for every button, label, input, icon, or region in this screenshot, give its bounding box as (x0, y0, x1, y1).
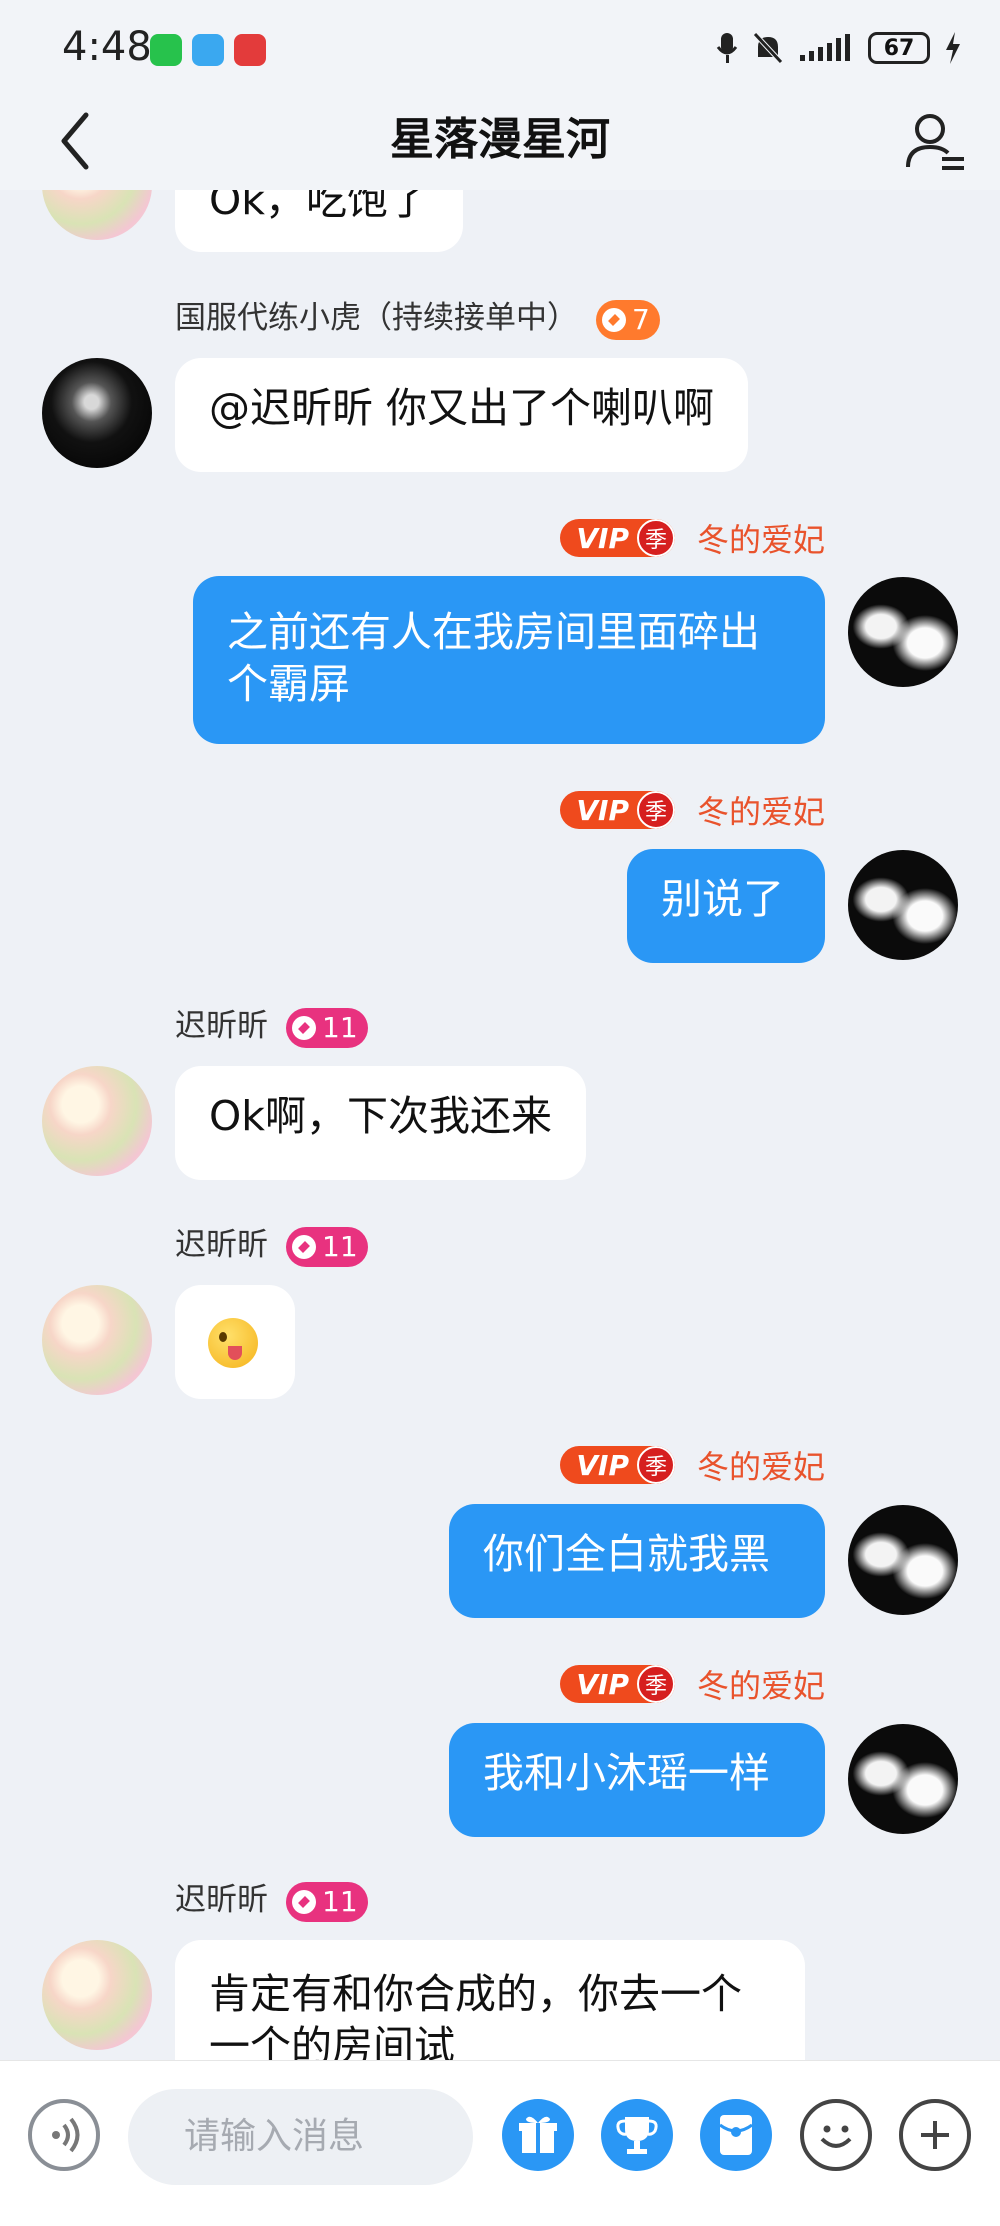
chat-title: 星落漫星河 (390, 114, 610, 165)
message-bubble[interactable]: 我和小沐瑶一样 (449, 1723, 825, 1837)
sender-name-row: 迟昕昕 11 (175, 1878, 368, 1922)
sender-name-row: VIP 季 冬的爱妃 (560, 1443, 825, 1487)
vip-badge: VIP 季 (560, 791, 675, 829)
app-notification-icon (192, 34, 224, 66)
winking-tongue-emoji-icon (208, 1318, 258, 1368)
gift-button[interactable] (502, 2099, 574, 2171)
sender-name: 冬的爱妃 (696, 1448, 825, 1486)
sender-name-row: VIP 季 冬的爱妃 (560, 788, 825, 832)
avatar[interactable] (42, 190, 152, 240)
sender-name-row: 迟昕昕 11 (175, 1004, 368, 1048)
sender-name-row: VIP 季 冬的爱妃 (560, 1662, 825, 1706)
red-packet-button[interactable] (700, 2099, 772, 2171)
gift-icon (519, 2116, 557, 2153)
vip-badge: VIP 季 (560, 519, 675, 557)
sender-name-row: 迟昕昕 11 (175, 1223, 368, 1267)
group-profile-button[interactable] (900, 101, 970, 181)
message-input[interactable]: 请输入消息 (128, 2089, 473, 2185)
sender-name: 冬的爱妃 (696, 793, 825, 831)
avatar[interactable] (848, 577, 958, 687)
trophy-button[interactable] (601, 2099, 673, 2171)
sender-name: 迟昕昕 (175, 1882, 268, 1918)
trophy-icon (616, 2117, 658, 2154)
vip-badge: VIP 季 (560, 1446, 675, 1484)
user-settings-icon (906, 114, 964, 170)
emoji-message-bubble[interactable] (175, 1285, 295, 1399)
voice-icon (52, 2117, 80, 2153)
level-badge: 11 (286, 1007, 368, 1048)
status-right: 67 (716, 28, 962, 68)
chat-header: 星落漫星河 (0, 95, 1000, 190)
emoji-button[interactable] (800, 2099, 872, 2171)
gem-icon (292, 1889, 316, 1914)
red-packet-icon (719, 2115, 753, 2155)
avatar[interactable] (42, 1066, 152, 1176)
gem-icon (292, 1234, 316, 1259)
gem-icon (292, 1015, 316, 1040)
sender-name-row: VIP 季 冬的爱妃 (560, 516, 825, 560)
message-bubble[interactable]: 之前还有人在我房间里面碎出个霸屏 (193, 576, 825, 744)
message-bubble[interactable]: 别说了 (627, 849, 825, 963)
avatar[interactable] (848, 1724, 958, 1834)
microphone-icon (716, 33, 738, 63)
charging-icon (946, 32, 960, 64)
voice-button[interactable] (28, 2099, 100, 2171)
avatar[interactable] (42, 1940, 152, 2050)
message-bubble[interactable]: Ok啊，下次我还来 (175, 1066, 587, 1180)
level-badge: 11 (286, 1881, 368, 1922)
avatar[interactable] (42, 1285, 152, 1395)
input-bar: 请输入消息 (0, 2060, 1000, 2226)
level-badge: 7 (596, 299, 660, 340)
message-bubble[interactable]: @迟昕昕 你又出了个喇叭啊 (175, 358, 749, 472)
status-time: 4:48 (62, 24, 152, 70)
wechat-icon (150, 34, 182, 66)
emoji-icon (820, 2125, 852, 2148)
message-bubble[interactable]: Ok，吃饱了 (175, 190, 464, 252)
sender-name: 国服代练小虎（持续接单中） (175, 300, 578, 336)
vip-badge: VIP 季 (560, 1665, 675, 1703)
avatar[interactable] (42, 358, 152, 468)
status-bar: 4:48 67 (0, 0, 1000, 95)
sender-name-row: 国服代练小虎（持续接单中） 7 (175, 296, 660, 340)
sender-name: 迟昕昕 (175, 1227, 268, 1263)
news-app-icon (234, 34, 266, 66)
plus-button[interactable] (899, 2099, 971, 2171)
message-bubble[interactable]: 肯定有和你合成的，你去一个一个的房间试 (175, 1940, 805, 2060)
sender-name: 冬的爱妃 (696, 1667, 825, 1705)
level-badge: 11 (286, 1226, 368, 1267)
plus-icon (921, 2121, 949, 2149)
battery-indicator: 67 (868, 32, 930, 64)
avatar[interactable] (848, 850, 958, 960)
avatar[interactable] (848, 1505, 958, 1615)
signal-icon (800, 34, 850, 61)
gem-icon (602, 307, 626, 332)
chat-message-list[interactable]: Ok，吃饱了 国服代练小虎（持续接单中） 7 @迟昕昕 你又出了个喇叭啊 VIP 季… (0, 190, 1000, 2060)
sender-name: 迟昕昕 (175, 1008, 268, 1044)
message-bubble[interactable]: 你们全白就我黑 (449, 1504, 825, 1618)
mute-bell-icon (753, 32, 783, 64)
sender-name: 冬的爱妃 (696, 521, 825, 559)
